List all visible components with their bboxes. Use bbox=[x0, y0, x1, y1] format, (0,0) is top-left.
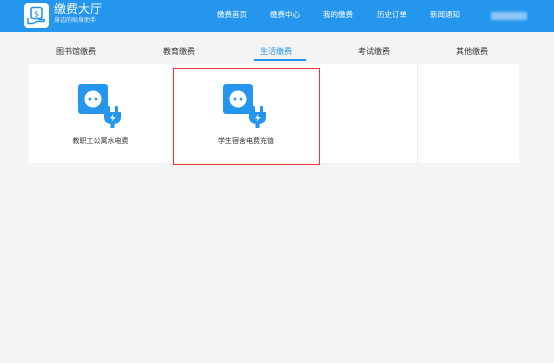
card-label: 教职工公寓水电费 bbox=[72, 137, 129, 145]
tab-other[interactable]: 其他缴费 bbox=[456, 46, 488, 57]
power-plug-icon bbox=[223, 84, 266, 128]
category-tabs: 图书馆缴费 教育缴费 生活缴费 考试缴费 其他缴费 bbox=[0, 44, 554, 62]
card-staff-utilities[interactable]: 教职工公寓水电费 bbox=[29, 64, 173, 163]
nav-news[interactable]: 新闻通知 bbox=[430, 10, 460, 20]
active-tab-indicator bbox=[254, 59, 306, 61]
user-account-blurred[interactable] bbox=[491, 12, 527, 20]
nav-home[interactable]: 缴费首页 bbox=[217, 10, 247, 20]
card-label: 学生宿舍电费充值 bbox=[218, 137, 274, 145]
card-student-electricity[interactable]: 学生宿舍电费充值 bbox=[174, 64, 318, 163]
tab-education[interactable]: 教育缴费 bbox=[163, 46, 195, 57]
tab-living[interactable]: 生活缴费 bbox=[260, 46, 292, 57]
brand-subtitle: 身边的贴身助手 bbox=[54, 17, 97, 24]
svg-text:$: $ bbox=[34, 10, 39, 19]
card-empty bbox=[419, 64, 519, 163]
power-plug-icon bbox=[78, 84, 121, 128]
tab-exam[interactable]: 考试缴费 bbox=[358, 46, 390, 57]
top-header: $ 缴费大厅 身边的贴身助手 缴费首页 缴费中心 我的缴费 历史订单 新闻通知 bbox=[0, 0, 554, 32]
payment-hand-icon: $ bbox=[27, 6, 46, 25]
tab-library[interactable]: 图书馆缴费 bbox=[56, 46, 96, 57]
service-panel: 教职工公寓水电费 学生宿舍电费充值 bbox=[29, 64, 519, 163]
brand-title: 缴费大厅 bbox=[54, 2, 103, 16]
nav-my-payments[interactable]: 我的缴费 bbox=[323, 10, 353, 20]
nav-payment-center[interactable]: 缴费中心 bbox=[270, 10, 300, 20]
card-empty bbox=[319, 64, 418, 163]
nav-order-history[interactable]: 历史订单 bbox=[377, 10, 407, 20]
logo[interactable]: $ bbox=[24, 3, 49, 28]
